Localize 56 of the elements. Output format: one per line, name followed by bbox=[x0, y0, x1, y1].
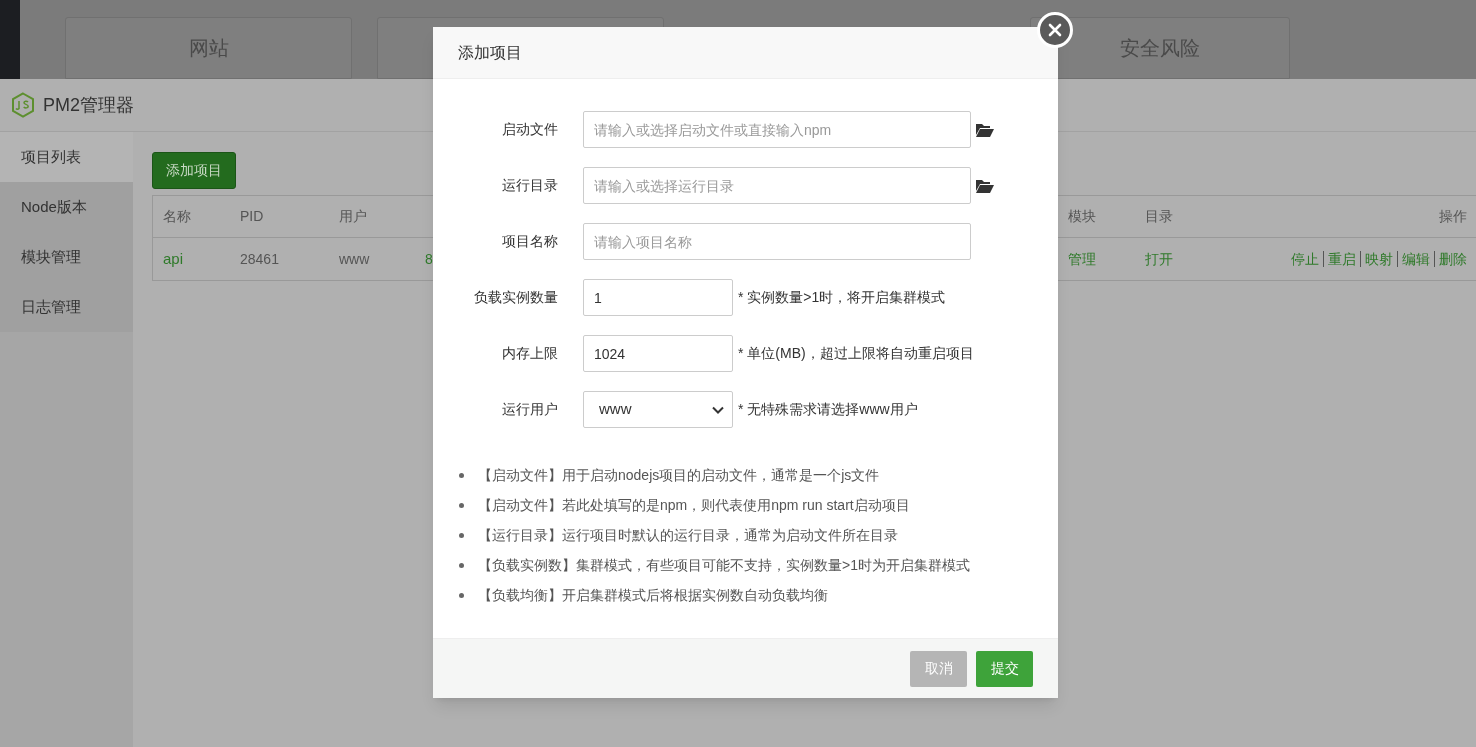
close-icon bbox=[1048, 23, 1062, 37]
column-header: 目录 bbox=[1145, 207, 1174, 226]
bullet-icon bbox=[459, 562, 464, 568]
column-header: 操作 bbox=[1438, 207, 1468, 226]
nodejs-logo-icon bbox=[11, 92, 35, 118]
field-hint: * 无特殊需求请选择www用户 bbox=[738, 400, 918, 419]
input-field[interactable]: 请输入或选择运行目录 bbox=[583, 167, 971, 204]
sidebar-item[interactable]: 模块管理 bbox=[0, 232, 133, 282]
field-label: 运行用户 bbox=[501, 400, 558, 419]
submit-button[interactable]: 提交 bbox=[976, 650, 1033, 687]
column-header: 用户 bbox=[339, 207, 368, 226]
note-text: 【启动文件】用于启动nodejs项目的启动文件，通常是一个js文件 bbox=[478, 465, 880, 485]
column-header: PID bbox=[240, 207, 265, 226]
bullet-icon bbox=[459, 472, 464, 478]
column-header: 模块 bbox=[1068, 207, 1097, 226]
field-label: 负载实例数量 bbox=[473, 288, 558, 307]
input-field[interactable]: 1024 bbox=[583, 335, 733, 372]
input-field[interactable]: 请输入或选择启动文件或直接输入npm bbox=[583, 111, 971, 148]
note-text: 【运行目录】运行项目时默认的运行目录，通常为启动文件所在目录 bbox=[478, 525, 898, 545]
table-cell-text: 28461 bbox=[240, 249, 280, 269]
folder-icon[interactable] bbox=[975, 178, 994, 193]
add-project-button[interactable]: 添加项目 bbox=[152, 152, 236, 189]
field-label: 内存上限 bbox=[501, 344, 558, 363]
cancel-button[interactable]: 取消 bbox=[910, 650, 967, 687]
table-link[interactable]: api bbox=[163, 247, 240, 271]
bullet-icon bbox=[459, 592, 464, 598]
dialog-title: 添加项目 bbox=[458, 42, 522, 63]
column-header: 名称 bbox=[163, 207, 192, 226]
table-link[interactable]: 打开 bbox=[1145, 248, 1255, 270]
input-field[interactable]: 1 bbox=[583, 279, 733, 316]
table-link[interactable]: 8 bbox=[425, 248, 433, 270]
panel-title: PM2管理器 bbox=[43, 93, 134, 117]
table-cell-text: www bbox=[339, 249, 371, 269]
user-select[interactable]: www bbox=[583, 391, 733, 428]
sidebar-item[interactable]: 项目列表 bbox=[0, 132, 133, 182]
action-link[interactable]: 重启 bbox=[1328, 248, 1356, 270]
action-link[interactable]: 删除 bbox=[1439, 248, 1467, 270]
field-label: 项目名称 bbox=[501, 232, 558, 251]
chevron-down-icon bbox=[712, 405, 724, 414]
sidebar-item[interactable]: Node版本 bbox=[0, 182, 133, 232]
sidebar-item[interactable]: 日志管理 bbox=[0, 282, 133, 332]
action-link[interactable]: 编辑 bbox=[1402, 248, 1430, 270]
table-link[interactable]: 管理 bbox=[1068, 248, 1145, 270]
input-field[interactable]: 请输入项目名称 bbox=[583, 223, 971, 260]
bullet-icon bbox=[459, 502, 464, 508]
action-link[interactable]: 停止 bbox=[1291, 248, 1319, 270]
note-text: 【负载均衡】开启集群模式后将根据实例数自动负载均衡 bbox=[478, 585, 828, 605]
field-hint: * 实例数量>1时，将开启集群模式 bbox=[738, 288, 946, 307]
folder-icon[interactable] bbox=[975, 122, 994, 137]
bullet-icon bbox=[459, 532, 464, 538]
field-label: 启动文件 bbox=[501, 120, 558, 139]
field-hint: * 单位(MB)，超过上限将自动重启项目 bbox=[738, 344, 974, 363]
note-text: 【负载实例数】集群模式，有些项目可能不支持，实例数量>1时为开启集群模式 bbox=[478, 555, 970, 575]
action-link[interactable]: 映射 bbox=[1365, 248, 1393, 270]
field-label: 运行目录 bbox=[501, 176, 558, 195]
note-text: 【启动文件】若此处填写的是npm，则代表使用npm run start启动项目 bbox=[478, 495, 910, 515]
